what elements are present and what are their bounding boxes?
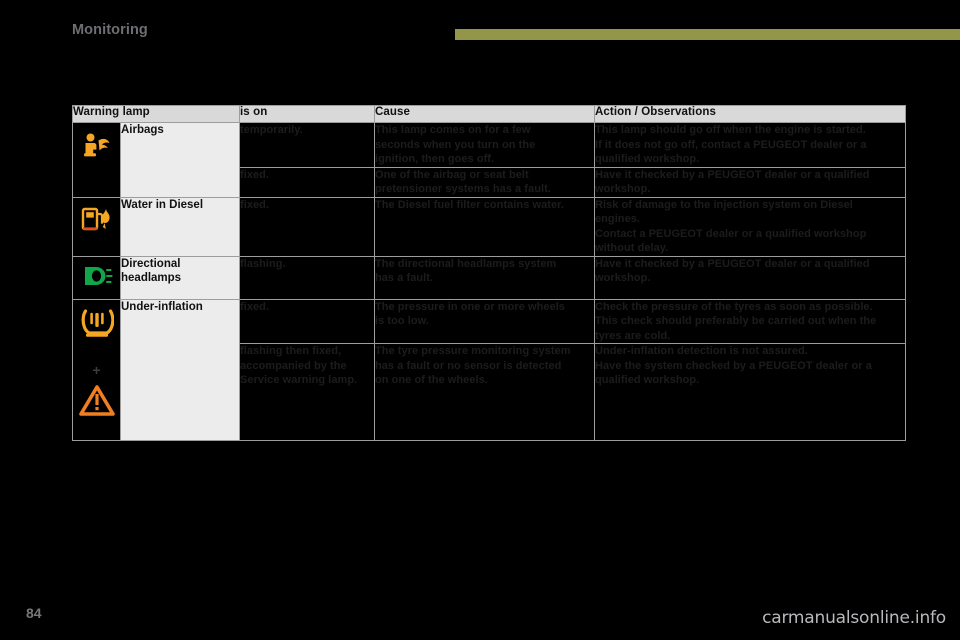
is-on-cell: fixed. — [239, 196, 375, 257]
action-line: If it does not go off, contact a PEUGEOT… — [595, 138, 867, 151]
action-line: without delay. — [595, 242, 669, 254]
column-header-action: Action / Observations — [594, 105, 906, 123]
plus-combination-icon: + — [92, 361, 101, 378]
warning-lamp-icon-cell — [72, 122, 121, 198]
water-in-diesel-icon — [80, 206, 114, 237]
column-header-warning-lamp: Warning lamp — [72, 105, 240, 123]
is-on-line: fixed. — [240, 300, 270, 313]
page-header: Monitoring — [0, 0, 960, 60]
is-on-cell: flashing then fixed, accompanied by the … — [239, 343, 375, 441]
action-line: workshop. — [595, 272, 651, 284]
action-line: This lamp should go off when the engine … — [595, 124, 866, 136]
table-row: Water in Diesel fixed. The Diesel fuel f… — [72, 196, 906, 257]
is-on-line: flashing then fixed, — [240, 345, 342, 357]
cause-cell: The tyre pressure monitoring system has … — [374, 343, 595, 441]
action-line: Risk of damage to the injection system o… — [595, 198, 853, 211]
warning-lamp-name: Water in Diesel — [120, 196, 240, 257]
cause-line: pretensioner systems has a fault. — [375, 183, 551, 195]
cause-cell: One of the airbag or seat belt pretensio… — [374, 166, 595, 198]
action-line: qualified workshop. — [595, 374, 700, 386]
action-line: Have the system checked by a PEUGEOT dea… — [595, 359, 872, 372]
cause-line: This lamp comes on for a few — [375, 124, 531, 136]
action-cell: Risk of damage to the injection system o… — [594, 196, 906, 257]
under-inflation-tyre-icon — [80, 308, 114, 343]
warning-lamp-icon-cell — [72, 255, 121, 300]
service-warning-triangle-icon — [78, 384, 115, 422]
airbag-warning-icon — [82, 131, 112, 164]
table-row: + Under-inflation fixed. The pressure in… — [72, 298, 906, 441]
table-header-row: Warning lamp is on Cause Action / Observ… — [72, 105, 906, 123]
action-line: workshop. — [595, 183, 651, 195]
table-row: Directional headlamps flashing. The dire… — [72, 255, 906, 300]
cause-line: seconds when you turn on the — [375, 138, 536, 151]
column-header-cause: Cause — [374, 105, 595, 123]
is-on-line: fixed. — [240, 168, 270, 181]
warning-lamp-name: Under-inflation — [120, 298, 240, 441]
cause-cell: The Diesel fuel filter contains water. — [374, 196, 595, 257]
warning-lamp-icon-cell: + — [72, 298, 121, 441]
warning-lamp-name: Directional headlamps — [120, 255, 240, 300]
page-number: 84 — [26, 605, 42, 621]
is-on-cell: flashing. — [239, 255, 375, 300]
cause-line: has a fault or no sensor is detected — [375, 359, 562, 372]
action-line: engines. — [595, 213, 641, 225]
is-on-line: Service warning lamp. — [240, 374, 358, 386]
action-line: qualified workshop. — [595, 153, 700, 165]
action-cell: Under-inflation detection is not assured… — [594, 343, 906, 441]
action-line: Check the pressure of the tyres as soon … — [595, 300, 873, 313]
action-line: Have it checked by a PEUGEOT dealer or a… — [595, 168, 870, 181]
warning-lamp-table: Warning lamp is on Cause Action / Observ… — [72, 105, 906, 441]
cause-line: The tyre pressure monitoring system — [375, 345, 571, 357]
column-header-is-on: is on — [239, 105, 375, 123]
header-accent-rule — [455, 29, 960, 40]
is-on-cell: fixed. — [239, 298, 375, 344]
action-line: Contact a PEUGEOT dealer or a qualified … — [595, 227, 867, 240]
cause-cell: This lamp comes on for a few seconds whe… — [374, 122, 595, 168]
table-row: Airbags temporarily. This lamp comes on … — [72, 122, 906, 198]
action-line: Have it checked by a PEUGEOT dealer or a… — [595, 257, 870, 270]
action-line: Under-inflation detection is not assured… — [595, 345, 808, 357]
action-cell: Have it checked by a PEUGEOT dealer or a… — [594, 166, 906, 198]
cause-line: ignition, then goes off. — [375, 153, 495, 165]
cause-line: is too low. — [375, 315, 429, 327]
site-watermark: carmanualsonline.info — [762, 608, 946, 628]
action-cell: This lamp should go off when the engine … — [594, 122, 906, 168]
action-cell: Have it checked by a PEUGEOT dealer or a… — [594, 255, 906, 300]
cause-line: The directional headlamps system — [375, 257, 557, 270]
warning-lamp-icon-cell — [72, 196, 121, 257]
is-on-cell: temporarily. — [239, 122, 375, 168]
cause-cell: The directional headlamps system has a f… — [374, 255, 595, 300]
is-on-line: flashing. — [240, 257, 286, 270]
is-on-cell: fixed. — [239, 166, 375, 198]
action-line: tyres are cold. — [595, 329, 671, 342]
action-cell: Check the pressure of the tyres as soon … — [594, 298, 906, 344]
cause-line: has a fault. — [375, 272, 434, 284]
page-title: Monitoring — [72, 22, 148, 38]
is-on-line: fixed. — [240, 198, 270, 211]
is-on-line: accompanied by the — [240, 359, 347, 372]
warning-lamp-name: Airbags — [120, 122, 240, 198]
cause-line: One of the airbag or seat belt — [375, 168, 529, 181]
table-body: Airbags temporarily. This lamp comes on … — [72, 122, 906, 441]
cause-line: The Diesel fuel filter contains water. — [375, 198, 564, 211]
is-on-line: temporarily. — [240, 124, 303, 136]
action-line: This check should preferably be carried … — [595, 315, 877, 327]
cause-cell: The pressure in one or more wheels is to… — [374, 298, 595, 344]
cause-line: The pressure in one or more wheels — [375, 300, 565, 313]
directional-headlamps-icon — [81, 265, 113, 292]
cause-line: on one of the wheels. — [375, 374, 488, 386]
